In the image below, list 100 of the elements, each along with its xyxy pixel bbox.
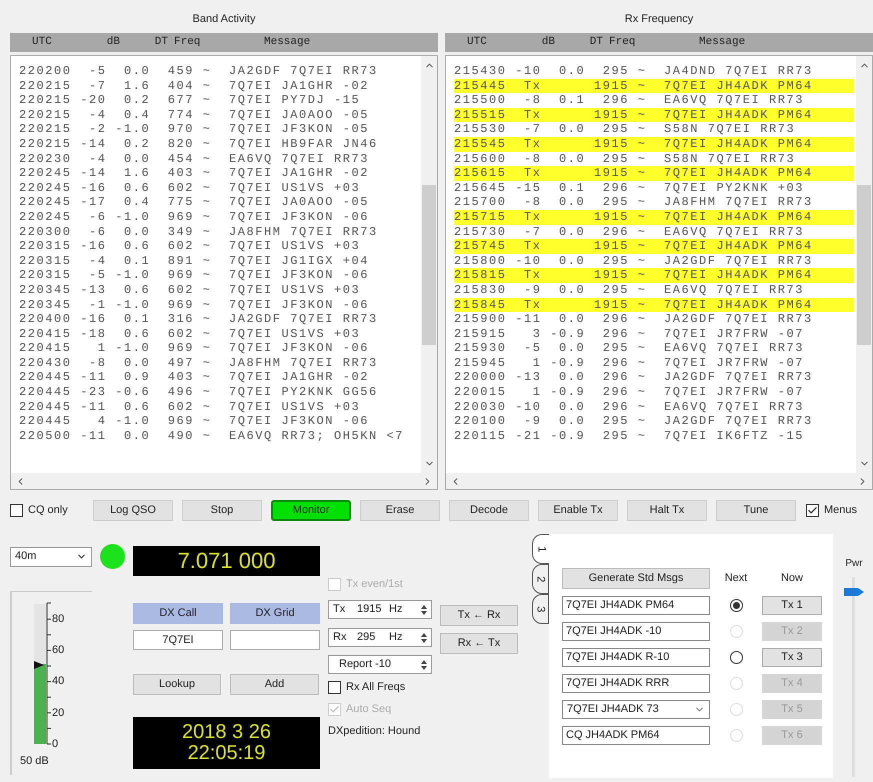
message-row[interactable]: 220245 -16 0.6 602 ~ 7Q7EI US1VS +03 bbox=[19, 180, 421, 196]
message-row[interactable]: 220445 -23 -0.6 496 ~ 7Q7EI PY2KNK GG56 bbox=[19, 385, 421, 400]
message-row[interactable]: 220345 -1 -1.0 969 ~ 7Q7EI JF3KON -06 bbox=[19, 298, 421, 312]
message-row[interactable]: 215645 -15 0.1 296 ~ 7Q7EI PY2KNK +03 bbox=[454, 180, 856, 196]
message-row[interactable]: 215545 Tx 1915 ~ 7Q7EI JH4ADK PM64 bbox=[454, 136, 854, 152]
message-row[interactable]: 220215 -2 -1.0 970 ~ 7Q7EI JF3KON -05 bbox=[19, 122, 421, 137]
checkbox[interactable] bbox=[10, 504, 23, 516]
message-row[interactable]: 215730 -7 0.0 296 ~ EA6VQ 7Q7EI RR73 bbox=[454, 224, 856, 240]
column-header[interactable]: UTC bbox=[10, 34, 72, 51]
message-row[interactable]: 220400 -16 0.1 316 ~ JA2GDF 7Q7EI RR73 bbox=[19, 312, 421, 327]
tx-frequency-spinbox[interactable]: Tx 1915 Hz bbox=[328, 600, 432, 619]
tx-message-button[interactable]: Tx 1 bbox=[762, 596, 822, 615]
message-row[interactable]: 215830 -9 0.0 295 ~ EA6VQ 7Q7EI RR73 bbox=[454, 282, 856, 298]
column-header[interactable]: Freq bbox=[168, 34, 230, 51]
message-row[interactable]: 220030 -10 0.0 296 ~ EA6VQ 7Q7EI RR73 bbox=[454, 400, 856, 414]
message-row[interactable]: 220000 -13 0.0 296 ~ JA2GDF 7Q7EI RR73 bbox=[454, 370, 856, 386]
toolbar-button[interactable]: Erase bbox=[360, 500, 440, 520]
column-header[interactable]: DT bbox=[120, 34, 168, 51]
spinner-arrows-icon[interactable] bbox=[419, 630, 429, 644]
swap-frequency-button[interactable]: Tx ← Rx bbox=[440, 605, 518, 626]
message-row[interactable]: 220415 -18 0.6 602 ~ 7Q7EI US1VS +03 bbox=[19, 326, 421, 342]
message-row[interactable]: 220445 -11 0.6 602 ~ 7Q7EI US1VS +03 bbox=[19, 400, 421, 414]
toolbar-button[interactable]: Decode bbox=[449, 500, 529, 520]
message-field[interactable]: 7Q7EI JH4ADK RRR bbox=[562, 674, 710, 693]
message-row[interactable]: 220230 -4 0.0 454 ~ EA6VQ 7Q7EI RR73 bbox=[19, 152, 421, 166]
generate-messages-button[interactable]: Generate Std Msgs bbox=[562, 568, 710, 589]
tx-message-button[interactable]: Tx 3 bbox=[762, 648, 822, 667]
column-header[interactable]: Message bbox=[665, 34, 873, 51]
message-row[interactable]: 220500 -11 0.0 490 ~ EA6VQ RR73; OH5KN <7 bbox=[19, 428, 421, 444]
column-header[interactable]: Message bbox=[230, 34, 438, 51]
message-row[interactable]: 215915 3 -0.9 296 ~ 7Q7EI JR7FRW -07 bbox=[454, 326, 856, 342]
checkbox[interactable] bbox=[806, 504, 819, 516]
message-row[interactable]: 215700 -8 0.0 295 ~ JA8FHM 7Q7EI RR73 bbox=[454, 195, 856, 210]
lookup-button[interactable]: Lookup bbox=[133, 674, 221, 695]
message-row[interactable]: 220300 -6 0.0 349 ~ JA8FHM 7Q7EI RR73 bbox=[19, 224, 421, 240]
message-row[interactable]: 220315 -5 -1.0 969 ~ 7Q7EI JF3KON -06 bbox=[19, 268, 421, 283]
message-row[interactable]: 220430 -8 0.0 497 ~ JA8FHM 7Q7EI RR73 bbox=[19, 356, 421, 370]
rx-frequency-spinbox[interactable]: Rx 295 Hz bbox=[328, 628, 432, 647]
message-tab[interactable]: 2 bbox=[532, 564, 549, 594]
message-field[interactable]: CQ JH4ADK PM64 bbox=[562, 726, 710, 745]
message-row[interactable]: 220345 -13 0.6 602 ~ 7Q7EI US1VS +03 bbox=[19, 282, 421, 298]
message-row[interactable]: 220245 -14 1.6 403 ~ 7Q7EI JA1GHR -02 bbox=[19, 166, 421, 181]
band-select[interactable]: 40m bbox=[10, 546, 92, 566]
message-row[interactable]: 215530 -7 0.0 295 ~ S58N 7Q7EI RR73 bbox=[454, 122, 856, 137]
message-combo[interactable]: 7Q7EI JH4ADK 73 bbox=[562, 700, 710, 719]
column-header[interactable]: Freq bbox=[603, 34, 665, 51]
message-row[interactable]: 220245 -6 -1.0 969 ~ 7Q7EI JF3KON -06 bbox=[19, 210, 421, 225]
spinner-arrows-icon[interactable] bbox=[419, 658, 429, 672]
scroll-thumb[interactable] bbox=[857, 184, 871, 344]
toolbar-button[interactable]: Monitor bbox=[271, 500, 351, 520]
message-row[interactable]: 220445 4 -1.0 969 ~ 7Q7EI JF3KON -06 bbox=[19, 414, 421, 429]
next-radio[interactable] bbox=[730, 599, 742, 612]
column-header[interactable]: DT bbox=[555, 34, 603, 51]
message-row[interactable]: 215600 -8 0.0 295 ~ S58N 7Q7EI RR73 bbox=[454, 152, 856, 166]
power-slider[interactable] bbox=[844, 577, 864, 777]
message-row[interactable]: 215930 -5 0.0 295 ~ EA6VQ 7Q7EI RR73 bbox=[454, 341, 856, 356]
add-button[interactable]: Add bbox=[230, 674, 319, 695]
toolbar-button[interactable]: Halt Tx bbox=[627, 500, 707, 520]
column-header[interactable]: UTC bbox=[445, 34, 507, 51]
vertical-scrollbar[interactable] bbox=[856, 56, 872, 473]
swap-frequency-button[interactable]: Rx ← Tx bbox=[440, 633, 518, 654]
message-row[interactable]: 220215 -7 1.6 404 ~ 7Q7EI JA1GHR -02 bbox=[19, 78, 421, 94]
message-row[interactable]: 215515 Tx 1915 ~ 7Q7EI JH4ADK PM64 bbox=[454, 108, 854, 122]
scroll-thumb[interactable] bbox=[422, 184, 436, 344]
message-row[interactable]: 220215 -4 0.4 774 ~ 7Q7EI JA0AOO -05 bbox=[19, 108, 421, 122]
message-row[interactable]: 215745 Tx 1915 ~ 7Q7EI JH4ADK PM64 bbox=[454, 239, 854, 254]
message-row[interactable]: 220215 -20 0.2 677 ~ 7Q7EI PY7DJ -15 bbox=[19, 93, 421, 108]
spinner-arrows-icon[interactable] bbox=[419, 602, 429, 616]
dx-grid-field[interactable] bbox=[230, 630, 320, 650]
toolbar-button[interactable]: Enable Tx bbox=[538, 500, 618, 520]
message-row[interactable]: 220415 1 -1.0 969 ~ 7Q7EI JF3KON -06 bbox=[19, 341, 421, 356]
power-slider-thumb[interactable] bbox=[844, 586, 864, 596]
message-row[interactable]: 220015 1 -0.9 296 ~ 7Q7EI JR7FRW -07 bbox=[454, 385, 856, 400]
checkbox[interactable] bbox=[328, 680, 341, 694]
message-row[interactable]: 215800 -10 0.0 295 ~ JA2GDF 7Q7EI RR73 bbox=[454, 254, 856, 268]
message-row[interactable]: 220200 -5 0.0 459 ~ JA2GDF 7Q7EI RR73 bbox=[19, 64, 421, 79]
message-row[interactable]: 215715 Tx 1915 ~ 7Q7EI JH4ADK PM64 bbox=[454, 210, 854, 225]
message-row[interactable]: 220315 -16 0.6 602 ~ 7Q7EI US1VS +03 bbox=[19, 239, 421, 254]
dx-call-field[interactable]: 7Q7EI bbox=[133, 630, 223, 650]
message-row[interactable]: 220445 -11 0.9 403 ~ 7Q7EI JA1GHR -02 bbox=[19, 370, 421, 386]
message-row[interactable]: 215845 Tx 1915 ~ 7Q7EI JH4ADK PM64 bbox=[454, 298, 854, 312]
message-row[interactable]: 220215 -14 0.2 820 ~ 7Q7EI HB9FAR JN46 bbox=[19, 136, 421, 152]
message-row[interactable]: 215945 1 -0.9 296 ~ 7Q7EI JR7FRW -07 bbox=[454, 356, 856, 370]
message-row[interactable]: 215500 -8 0.1 296 ~ EA6VQ 7Q7EI RR73 bbox=[454, 93, 856, 108]
vertical-scrollbar[interactable] bbox=[421, 56, 437, 473]
toolbar-button[interactable]: Stop bbox=[182, 500, 262, 520]
column-header[interactable]: dB bbox=[507, 34, 555, 51]
horizontal-scrollbar[interactable] bbox=[446, 473, 872, 489]
message-row[interactable]: 220115 -21 -0.9 295 ~ 7Q7EI IK6FTZ -15 bbox=[454, 428, 856, 444]
message-field[interactable]: 7Q7EI JH4ADK PM64 bbox=[562, 596, 710, 615]
message-row[interactable]: 215445 Tx 1915 ~ 7Q7EI JH4ADK PM64 bbox=[454, 78, 854, 94]
toolbar-button[interactable]: Log QSO bbox=[93, 500, 173, 520]
message-row[interactable]: 220245 -17 0.4 775 ~ 7Q7EI JA0AOO -05 bbox=[19, 195, 421, 210]
message-field[interactable]: 7Q7EI JH4ADK -10 bbox=[562, 622, 710, 641]
message-tab[interactable]: 3 bbox=[532, 594, 549, 624]
column-header[interactable]: dB bbox=[72, 34, 120, 51]
message-field[interactable]: 7Q7EI JH4ADK R-10 bbox=[562, 648, 710, 667]
message-row[interactable]: 215900 -11 0.0 296 ~ JA2GDF 7Q7EI RR73 bbox=[454, 312, 856, 327]
toolbar-button[interactable]: Tune bbox=[716, 500, 796, 520]
message-row[interactable]: 220315 -4 0.1 891 ~ 7Q7EI JG1IGX +04 bbox=[19, 254, 421, 268]
